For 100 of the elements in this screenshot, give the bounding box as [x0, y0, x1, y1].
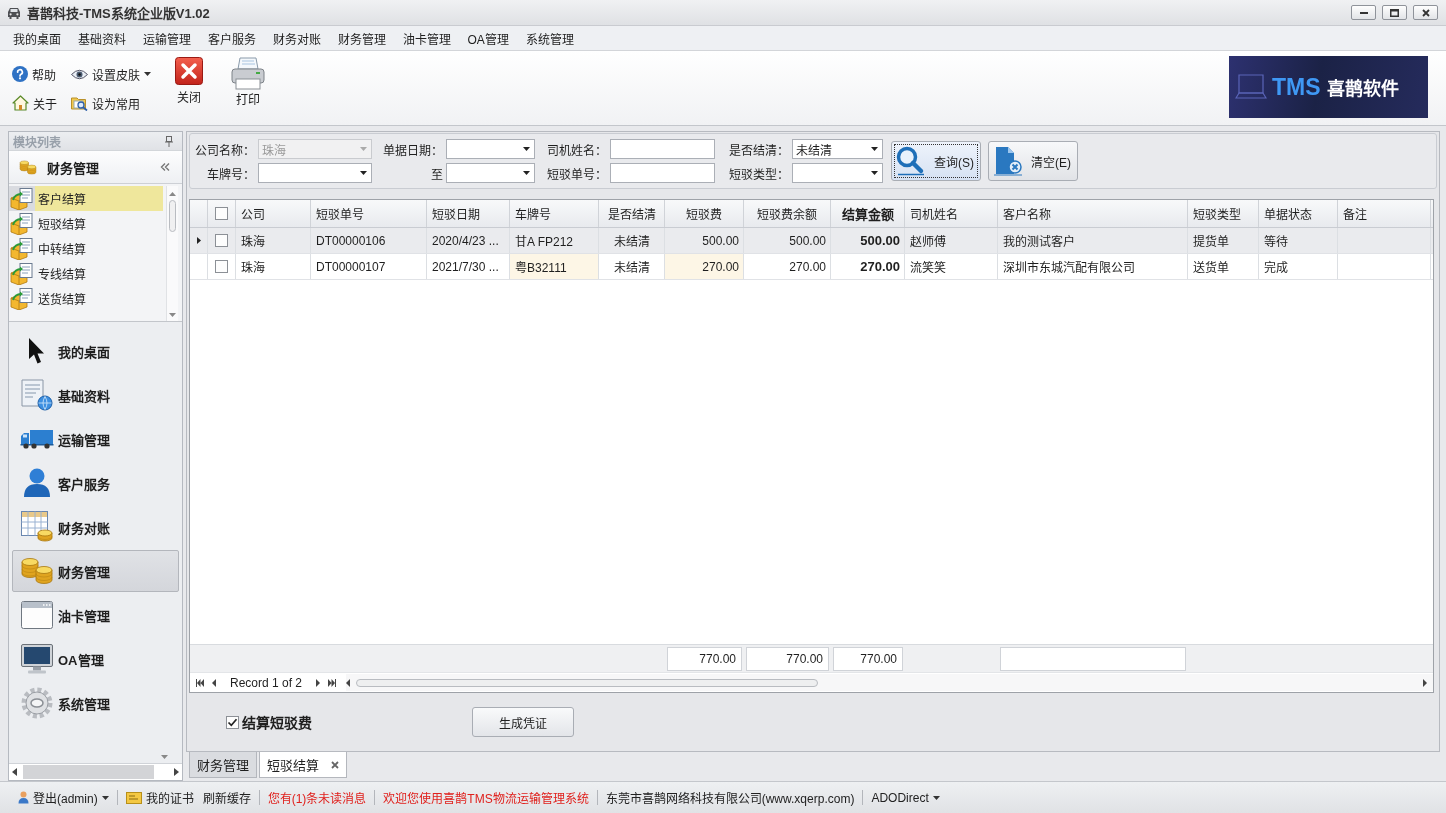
table-cell: 270.00	[665, 254, 744, 279]
horizontal-scrollbar[interactable]	[346, 674, 1433, 691]
column-header[interactable]: 短驳费	[665, 200, 744, 227]
status-item[interactable]: 我的证书	[145, 789, 194, 806]
toolbar-button[interactable]: 帮助	[12, 62, 56, 86]
first-record-icon[interactable]	[196, 678, 204, 687]
clear-button[interactable]: 清空(E)	[988, 141, 1078, 181]
dropdown-arrow-icon	[871, 171, 878, 175]
vertical-scrollbar[interactable]	[166, 186, 178, 321]
checkbox[interactable]	[215, 207, 228, 220]
module-item[interactable]: 专线结算	[9, 261, 163, 286]
table-cell: 270.00	[744, 254, 831, 279]
scroll-down-icon	[169, 313, 176, 317]
toolbar-button[interactable]: 关于	[12, 91, 57, 115]
menu-item[interactable]: 我的桌面	[4, 26, 69, 50]
collapse-icon[interactable]	[160, 163, 170, 171]
menu-item[interactable]: 运输管理	[134, 26, 199, 50]
scrollbar-thumb[interactable]	[169, 200, 176, 232]
module-item[interactable]: 送货结算	[9, 286, 163, 311]
module-item[interactable]: 短驳结算	[9, 211, 163, 236]
scroll-down-icon[interactable]	[161, 755, 168, 759]
status-item[interactable]: 欢迎您使用喜鹊TMS物流运输管理系统	[383, 789, 589, 806]
maximize-button[interactable]	[1382, 5, 1407, 20]
module-item[interactable]: 中转结算	[9, 236, 163, 261]
checkbox[interactable]	[215, 234, 228, 247]
status-item[interactable]: ADODirect	[871, 790, 929, 805]
module-item[interactable]: 客户结算	[9, 186, 163, 211]
dropdown-arrow-icon	[523, 171, 530, 175]
menu-item[interactable]: 财务管理	[329, 26, 394, 50]
column-header[interactable]: 短驳日期	[427, 200, 510, 227]
column-header[interactable]: 是否结清	[599, 200, 665, 227]
column-header[interactable]: 客户名称	[998, 200, 1188, 227]
nav-item[interactable]: 财务管理	[12, 550, 179, 592]
generate-button[interactable]: 生成凭证	[472, 707, 574, 737]
dropdown-field[interactable]	[446, 139, 535, 159]
search-button[interactable]: 查询(S)	[891, 141, 981, 181]
toolbar-button[interactable]: 设为常用	[71, 91, 140, 115]
scrollbar-thumb[interactable]	[23, 765, 154, 779]
status-item[interactable]: 东莞市喜鹊网络科技有限公司(www.xqerp.com)	[605, 789, 855, 806]
nav-item[interactable]: 财务对账	[12, 506, 179, 548]
scroll-left-icon[interactable]	[346, 678, 351, 687]
column-header[interactable]: 单据状态	[1259, 200, 1338, 227]
dropdown-field[interactable]	[446, 163, 535, 183]
status-item[interactable]: 登出(admin)	[33, 789, 98, 806]
close-button[interactable]	[1413, 5, 1438, 20]
summary-cell: 770.00	[667, 647, 742, 671]
menu-item[interactable]: 油卡管理	[394, 26, 459, 50]
scroll-right-icon[interactable]	[174, 768, 179, 776]
menu-item[interactable]: 财务对账	[264, 26, 329, 50]
column-header[interactable]: 公司	[236, 200, 311, 227]
nav-item[interactable]: 运输管理	[12, 418, 179, 460]
nav-item[interactable]: 我的桌面	[12, 330, 179, 372]
dropdown-arrow-icon	[523, 147, 530, 151]
text-field[interactable]	[610, 139, 715, 159]
checkbox[interactable]	[226, 715, 239, 729]
menu-item[interactable]: OA管理	[459, 26, 518, 50]
document-tab[interactable]: 财务管理	[189, 752, 257, 778]
table-row[interactable]: 珠海 DT00000107 2021/7/30 ... 粤B32111 未结清 270.00 270.00 270.00 流笑笑 深圳市东城汽配有限公司 送货单 完成	[190, 254, 1433, 280]
table-cell: DT00000107	[311, 254, 427, 279]
pin-icon[interactable]	[165, 135, 173, 147]
group-header[interactable]: 财务管理	[9, 151, 182, 184]
previous-record-icon[interactable]	[212, 678, 216, 687]
checkbox[interactable]	[215, 260, 228, 273]
nav-item[interactable]: 系统管理	[12, 682, 179, 724]
last-record-icon[interactable]	[328, 678, 337, 687]
nav-item[interactable]: 油卡管理	[12, 594, 179, 636]
dropdown-field[interactable]	[258, 163, 372, 183]
nav-item[interactable]: OA管理	[12, 638, 179, 680]
toolbar-button[interactable]: 打印	[228, 57, 268, 105]
menu-item[interactable]: 系统管理	[517, 26, 583, 50]
laptop-drawing	[1235, 74, 1267, 100]
next-record-icon[interactable]	[316, 678, 321, 687]
column-header[interactable]: 结算金额	[831, 200, 905, 227]
dropdown-field[interactable]	[792, 163, 883, 183]
horizontal-scrollbar[interactable]	[9, 763, 182, 780]
column-header[interactable]: 短驳类型	[1188, 200, 1259, 227]
column-header[interactable]: 短驳单号	[311, 200, 427, 227]
column-header[interactable]: 司机姓名	[905, 200, 998, 227]
scrollbar-thumb[interactable]	[356, 678, 819, 687]
document-tab[interactable]: 短驳结算	[259, 752, 347, 778]
column-header[interactable]: 车牌号	[510, 200, 599, 227]
scroll-right-icon[interactable]	[1423, 678, 1427, 687]
nav-item[interactable]: 基础资料	[12, 374, 179, 416]
nav-item[interactable]: 客户服务	[12, 462, 179, 504]
minimize-button[interactable]	[1351, 5, 1376, 20]
coins-icon	[20, 557, 54, 585]
status-item[interactable]: 刷新缓存	[202, 789, 251, 806]
scroll-left-icon[interactable]	[12, 768, 17, 776]
option-label: 结算短驳费	[242, 714, 312, 732]
close-icon[interactable]	[331, 760, 339, 769]
toolbar-button[interactable]: 设置皮肤	[71, 62, 151, 86]
dropdown-field[interactable]: 未结清	[792, 139, 883, 159]
status-item[interactable]: 您有(1)条未读消息	[267, 789, 367, 806]
menu-item[interactable]: 基础资料	[69, 26, 134, 50]
column-header[interactable]: 短驳费余额	[744, 200, 831, 227]
column-header[interactable]: 备注	[1338, 200, 1431, 227]
menu-item[interactable]: 客户服务	[199, 26, 264, 50]
toolbar-button[interactable]: 关闭	[169, 57, 209, 105]
text-field[interactable]	[610, 163, 715, 183]
table-row[interactable]: 珠海 DT00000106 2020/4/23 ... 甘A FP212 未结清 500.00 500.00 500.00 赵师傅 我的测试客户 提货单 等待	[190, 228, 1433, 254]
